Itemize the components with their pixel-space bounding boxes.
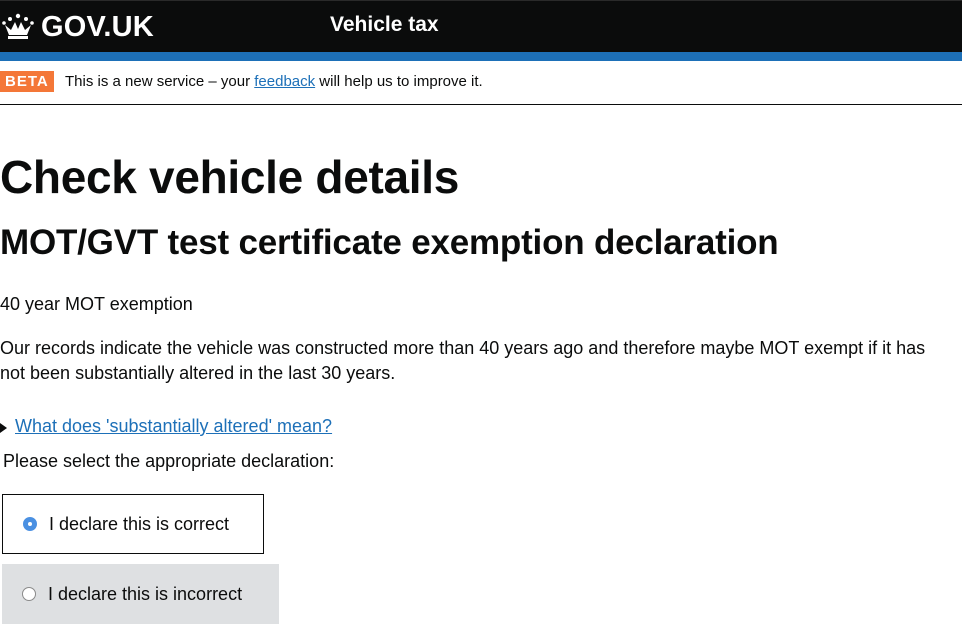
phase-text-before: This is a new service – your bbox=[65, 73, 255, 90]
details-toggle[interactable]: What does 'substantially altered' mean? bbox=[0, 414, 332, 438]
crown-icon bbox=[1, 13, 35, 41]
triangle-right-icon bbox=[0, 423, 7, 433]
radio-selected-icon[interactable] bbox=[23, 517, 37, 531]
exemption-type-text: 40 year MOT exemption bbox=[0, 294, 193, 314]
radio-option-incorrect[interactable]: I declare this is incorrect bbox=[2, 564, 279, 624]
header-stripe bbox=[0, 52, 962, 61]
beta-tag: BETA bbox=[0, 71, 54, 92]
header: GOV.UK Vehicle tax bbox=[0, 0, 962, 52]
page-subtitle: MOT/GVT test certificate exemption decla… bbox=[0, 223, 779, 262]
logo-text: GOV.UK bbox=[41, 10, 154, 43]
declaration-prompt: Please select the appropriate declaratio… bbox=[3, 451, 335, 471]
details-summary-link[interactable]: What does 'substantially altered' mean? bbox=[15, 414, 332, 438]
radio-unselected-icon[interactable] bbox=[22, 587, 36, 601]
phase-text-after: will help us to improve it. bbox=[315, 73, 483, 90]
govuk-logo-link[interactable]: GOV.UK bbox=[1, 10, 154, 44]
radio-option-correct[interactable]: I declare this is correct bbox=[2, 494, 264, 554]
exemption-description: Our records indicate the vehicle was con… bbox=[0, 338, 926, 383]
phase-banner-text: This is a new service – your feedback wi… bbox=[65, 73, 483, 91]
phase-banner: BETA This is a new service – your feedba… bbox=[0, 61, 962, 105]
page-title: Check vehicle details bbox=[0, 151, 460, 203]
service-name-link[interactable]: Vehicle tax bbox=[330, 13, 439, 37]
radio-option-label: I declare this is incorrect bbox=[48, 583, 243, 604]
radio-option-label: I declare this is correct bbox=[49, 513, 230, 534]
feedback-link[interactable]: feedback bbox=[254, 73, 315, 90]
